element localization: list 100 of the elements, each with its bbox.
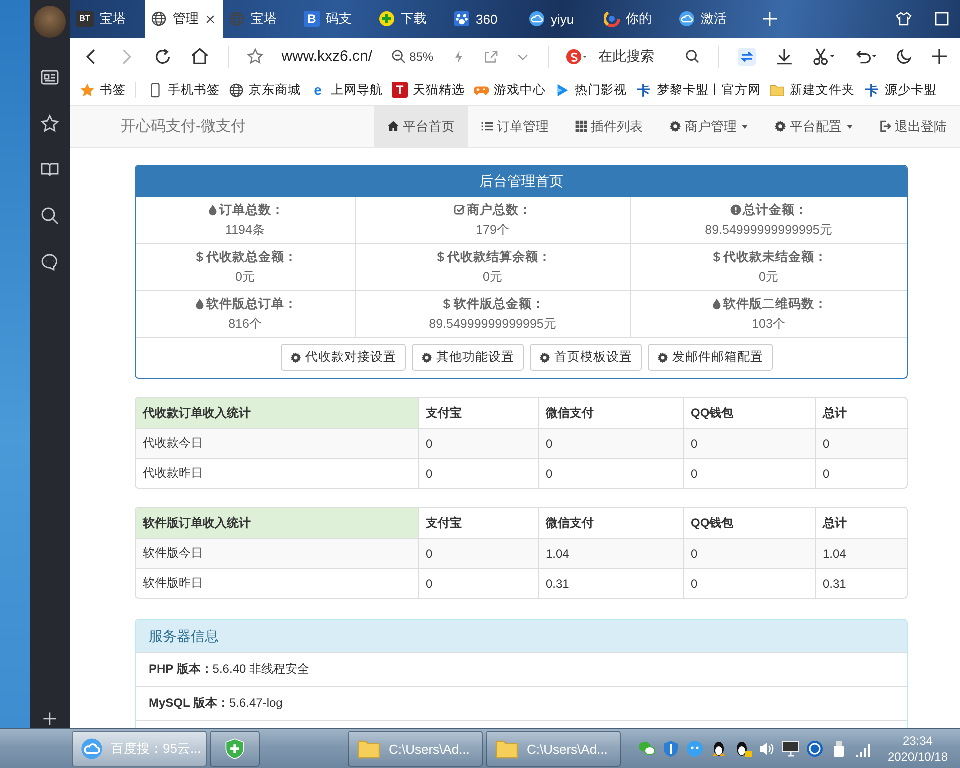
checkbox-icon [454, 204, 466, 216]
taskbar-button[interactable] [210, 731, 260, 767]
panel-title: 后台管理首页 [136, 166, 907, 197]
plus-icon [379, 11, 395, 27]
browser-tab[interactable]: 激活 [673, 0, 748, 38]
moon-icon [896, 48, 913, 65]
table-cell: 代收款今日 [136, 428, 418, 458]
table-cell: 0 [683, 458, 815, 488]
grid-icon [575, 120, 588, 133]
table-cell: 0 [538, 458, 683, 488]
search-icon [685, 49, 700, 64]
browser-tab[interactable]: B 码支 [298, 0, 373, 38]
bookmark-link[interactable]: T 天猫精选 [392, 82, 465, 98]
table-cell: 0.31 [538, 568, 683, 598]
logo-icon: B [304, 11, 320, 27]
browser-tab[interactable]: 管理 [145, 0, 223, 38]
url-field[interactable]: www.kxz6.cn/ [282, 48, 373, 65]
search-field[interactable]: 在此搜索 [566, 48, 700, 66]
browser-tab[interactable]: 宝塔 [223, 0, 298, 38]
cloud-icon [529, 11, 545, 27]
monitor-icon [782, 740, 800, 758]
site-brand[interactable]: 开心码支付-微支付 [70, 106, 374, 147]
bookmark-link[interactable]: 京东商城 [229, 82, 301, 98]
nav-item[interactable]: 商户管理 [656, 106, 761, 147]
gear-icon [656, 352, 668, 364]
stat-label: 代收款结算余额： [434, 248, 552, 266]
logo-icon: BT [76, 11, 94, 27]
settings-button[interactable]: 发邮件邮箱配置 [648, 344, 772, 371]
bookmark-link[interactable]: 书签 [80, 82, 126, 98]
share-icon [484, 50, 498, 64]
maximize-icon [934, 11, 950, 27]
bookmark-link[interactable]: 手机书签 [148, 82, 220, 98]
search-icon [40, 206, 60, 226]
stat-label: 总计金额： [730, 202, 808, 218]
nav-item[interactable]: 订单管理 [468, 106, 562, 147]
scissors-icon [812, 48, 836, 66]
sync-icon [737, 46, 757, 66]
cloud-icon [679, 11, 695, 27]
zoom-level: 85% [410, 50, 434, 64]
chat-icon [40, 252, 60, 272]
drop-icon [194, 298, 206, 310]
shirt-icon [896, 11, 912, 27]
browser-tab[interactable]: yiyu [523, 0, 598, 38]
nav-item[interactable]: 平台配置 [761, 106, 866, 147]
chat-icon [638, 740, 656, 758]
browser-tab[interactable]: 360 [448, 0, 523, 38]
table-cell: 0 [815, 428, 907, 458]
plus-icon [931, 48, 948, 65]
stat-value: 0元 [236, 268, 256, 286]
bookmark-link[interactable]: 新建文件夹 [770, 82, 855, 98]
nav-item[interactable]: 平台首页 [374, 106, 468, 147]
panel-title: 服务器信息 [136, 620, 907, 652]
star-icon [80, 82, 95, 98]
speaker-icon [758, 740, 776, 758]
logo-icon: 卡 [864, 82, 880, 98]
bookmark-link[interactable]: e 上网导航 [310, 82, 383, 98]
table-cell: 0 [418, 458, 538, 488]
zoom-indicator[interactable]: 85% [390, 49, 434, 64]
bookmark-link[interactable]: 卡 源少卡盟 [864, 82, 937, 98]
dollar-icon [194, 251, 206, 263]
bookmark-link[interactable]: 游戏中心 [474, 82, 546, 98]
gear-icon [774, 120, 787, 133]
bookmark-link[interactable]: 热门影视 [555, 82, 627, 98]
dollar-icon [441, 298, 453, 310]
nav-item[interactable]: 插件列表 [562, 106, 656, 147]
shield-icon [662, 740, 680, 758]
bookmark-link[interactable]: 卡 梦黎卡盟丨官方网 [636, 82, 761, 98]
browser-tab[interactable]: 你的 [598, 0, 673, 38]
table-cell: 0.31 [815, 568, 907, 598]
star-icon [246, 48, 264, 65]
settings-button[interactable]: 首页模板设置 [530, 344, 642, 371]
list-icon [481, 120, 494, 133]
shield-icon [224, 738, 246, 760]
table-cell: 1.04 [815, 538, 907, 568]
logo-icon: 卡 [636, 82, 652, 98]
avatar[interactable] [34, 6, 66, 38]
zoom-out-icon [390, 49, 406, 64]
table-cell: 0 [683, 568, 815, 598]
nav-item[interactable]: 退出登陆 [866, 106, 960, 147]
table-cell: 0 [418, 568, 538, 598]
settings-button[interactable]: 代收款对接设置 [280, 344, 406, 371]
download-icon [775, 47, 794, 66]
stat-label: 软件版总订单： [194, 296, 298, 312]
browser-tab[interactable]: 下载 [373, 0, 448, 38]
browser-tab[interactable]: BT 宝塔 [70, 0, 145, 38]
reload-icon [154, 48, 172, 66]
table-cell: 0 [815, 458, 907, 488]
cloud-icon [81, 738, 103, 760]
stat-value: 179个 [476, 222, 510, 238]
table-cell: 0 [538, 428, 683, 458]
play-icon [555, 82, 570, 98]
phone-icon [148, 82, 163, 98]
globe-icon [229, 11, 245, 27]
ring-icon [604, 11, 620, 27]
logo-icon: T [392, 82, 408, 98]
undo-icon [854, 48, 878, 66]
table-cell: 软件版今日 [136, 538, 418, 568]
gear-icon [538, 352, 550, 364]
star-icon [40, 114, 60, 134]
settings-button[interactable]: 其他功能设置 [412, 344, 524, 371]
